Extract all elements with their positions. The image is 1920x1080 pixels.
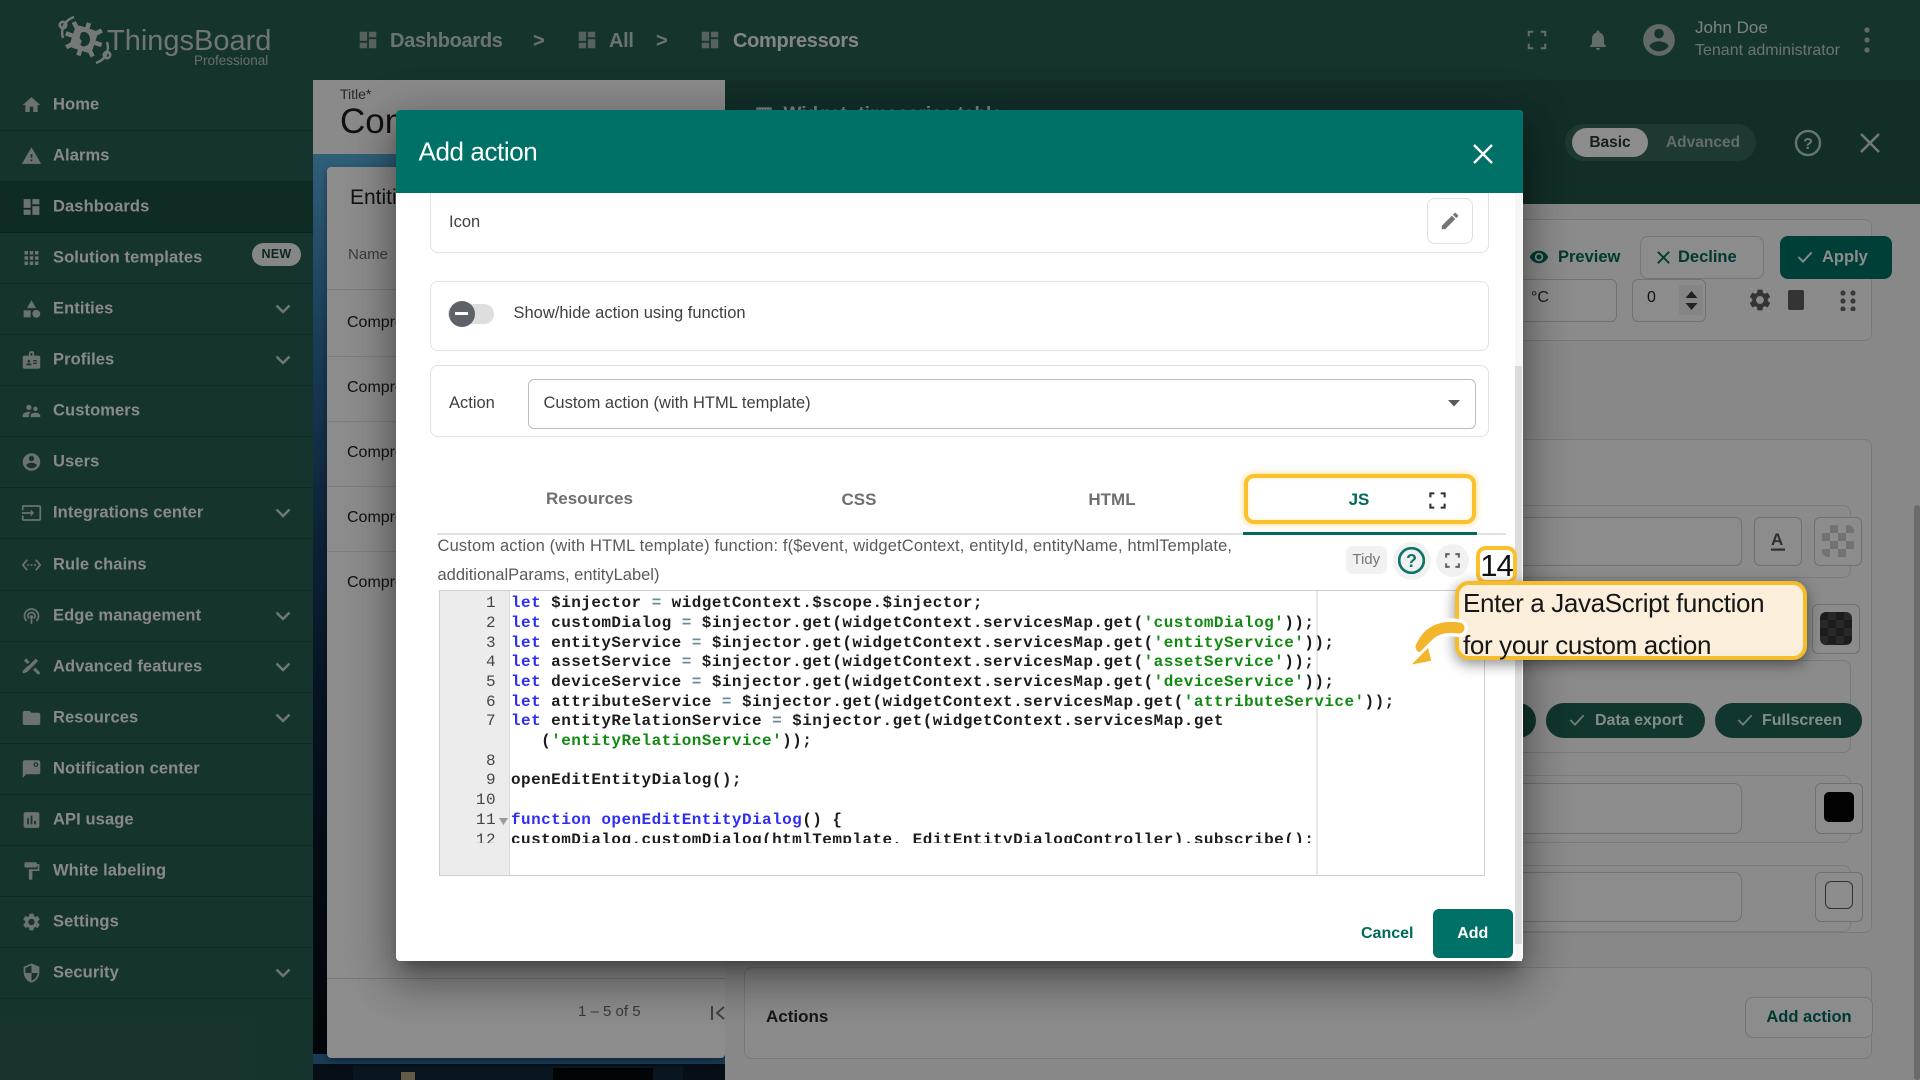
svg-text:?: ? (1406, 551, 1417, 571)
